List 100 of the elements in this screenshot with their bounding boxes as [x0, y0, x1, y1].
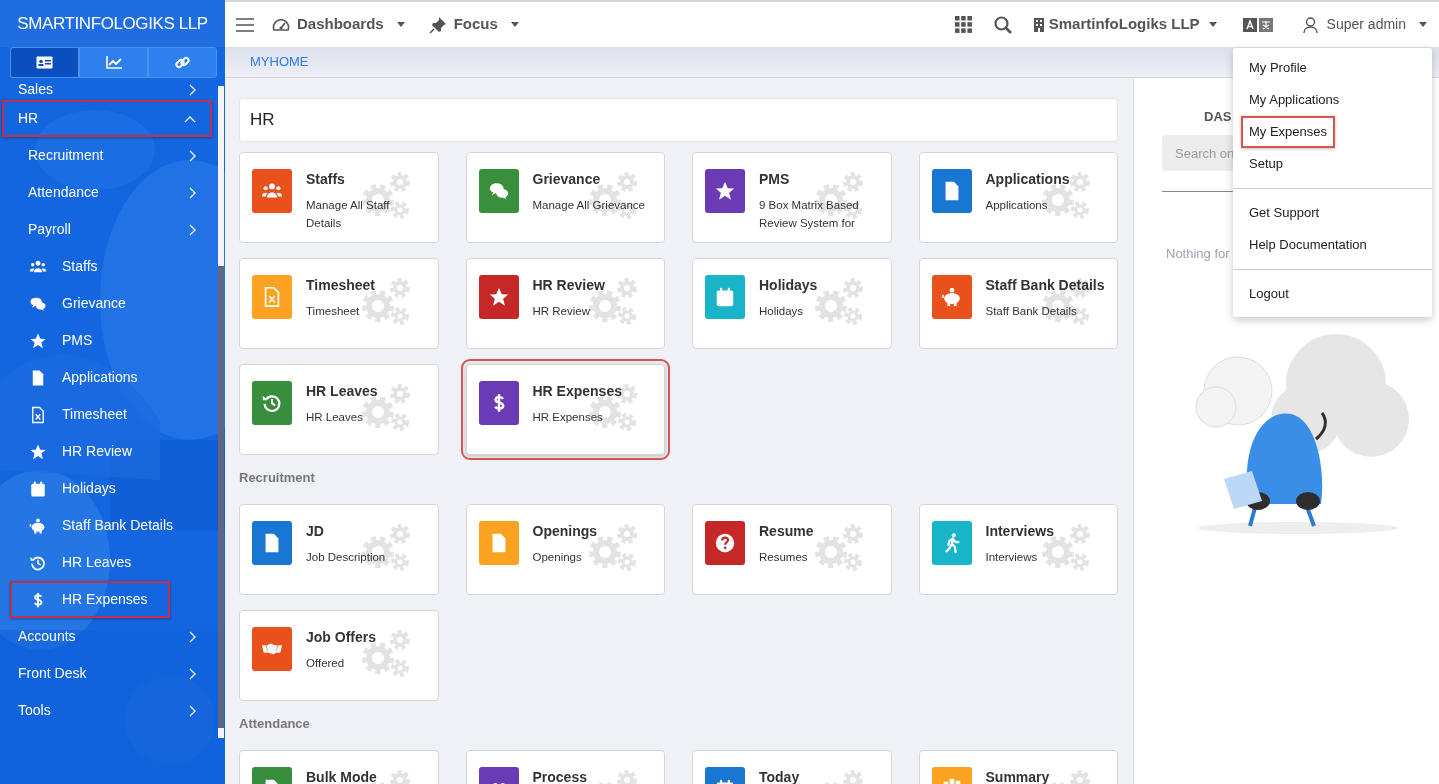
sidebar-item[interactable]: PMS	[10, 322, 115, 359]
app-card[interactable]: Holidays Holidays	[692, 258, 892, 349]
search-field[interactable]: Search on	[1162, 135, 1233, 171]
sidebar-item[interactable]: Staffs	[10, 248, 120, 285]
app-description: Manage All Staff Details	[306, 198, 391, 231]
sidebar-tab[interactable]	[10, 47, 79, 78]
chevron-right-icon	[189, 83, 196, 96]
menu-item[interactable]: HR	[2, 100, 212, 137]
app-card[interactable]: Timesheet Timesheet	[239, 258, 439, 349]
menu-item[interactable]: Sales	[2, 78, 212, 100]
chevron-right-icon	[189, 187, 196, 200]
scrollbar[interactable]	[218, 86, 224, 738]
user-dropdown[interactable]: Super admin	[1302, 14, 1427, 35]
menu-item[interactable]: Attendance	[2, 174, 212, 211]
app-description: Applications	[985, 198, 1049, 213]
menu-item[interactable]: Tools	[2, 692, 212, 729]
menu-item[interactable]: Setup	[1241, 148, 1291, 180]
app-description: HR Leaves	[306, 410, 364, 425]
gauge-icon	[272, 16, 290, 33]
app-card[interactable]: Process	[465, 750, 665, 784]
menu-button[interactable]	[236, 17, 254, 32]
menu-dropdown[interactable]: Focus	[428, 13, 519, 36]
app-description: HR Review	[532, 304, 591, 319]
section-heading: Recruitment	[239, 469, 316, 487]
menu-dropdown[interactable]: Dashboards	[272, 13, 405, 36]
app-title: Staff Bank Details	[985, 277, 1105, 293]
app-title: JD	[306, 523, 325, 539]
sidebar-item[interactable]: Staff Bank Details	[10, 507, 196, 544]
menu-item[interactable]: Help Documentation	[1241, 229, 1375, 261]
app-card[interactable]: Resume Resumes	[692, 504, 892, 595]
sidebar-item[interactable]: Grievance	[10, 285, 148, 322]
sidebar-item[interactable]: Holidays	[10, 470, 138, 507]
app-description: HR Expenses	[532, 410, 604, 425]
menu-item[interactable]: Accounts	[2, 618, 212, 655]
app-card[interactable]: Summary	[918, 750, 1118, 784]
app-card[interactable]: Openings Openings	[465, 504, 665, 595]
app-card[interactable]: Applications Applications	[918, 152, 1118, 243]
app-card[interactable]: Job Offers Offered	[239, 610, 439, 701]
sidebar-item[interactable]: Applications	[10, 359, 160, 396]
app-title: Grievance	[532, 171, 602, 187]
app-card[interactable]: PMS 9 Box Matrix Based Review System for	[692, 152, 892, 243]
brand-name: SMARTINFOLOGIKS LLP	[17, 12, 208, 35]
star-icon	[714, 180, 736, 202]
app-card[interactable]: Staff Bank Details Staff Bank Details	[918, 258, 1118, 349]
empty-message: Nothing for	[1166, 245, 1230, 263]
app-title: Job Offers	[306, 629, 376, 645]
caret-icon	[1208, 22, 1217, 27]
app-title: HR Leaves	[306, 383, 378, 399]
breadcrumb-link[interactable]: MYHOME	[250, 52, 309, 72]
sidebar-item[interactable]: HR Leaves	[10, 544, 154, 581]
sidebar-tab[interactable]	[79, 47, 148, 78]
app-card[interactable]: Interviews Interviews	[918, 504, 1118, 595]
chevron-right-icon	[189, 668, 196, 681]
panel-heading: DAS	[1204, 109, 1232, 125]
app-card[interactable]: Bulk Mode	[239, 750, 439, 784]
translate-button[interactable]	[1242, 16, 1273, 33]
sidebar-tab[interactable]	[148, 47, 217, 78]
chevron-up-icon	[184, 115, 196, 124]
sidebar-item[interactable]: Timesheet	[10, 396, 149, 433]
sidebar-item[interactable]: HR Expenses	[10, 581, 170, 618]
menu-item[interactable]: Recruitment	[2, 137, 212, 174]
menu-item[interactable]: My Applications	[1241, 84, 1348, 116]
app-card[interactable]: JD Job Description	[239, 504, 439, 595]
menu-item[interactable]: My Expenses	[1241, 116, 1336, 148]
menu-item[interactable]: Front Desk	[2, 655, 212, 692]
app-card[interactable]: HR Review HR Review	[465, 258, 665, 349]
caret-icon	[396, 22, 405, 27]
app-title: HR Review	[532, 277, 605, 293]
menu-item[interactable]: Logout	[1241, 278, 1297, 310]
app-title: Resume	[759, 523, 814, 539]
search-button[interactable]	[993, 15, 1012, 34]
sidebar-item[interactable]: HR Review	[10, 433, 154, 470]
app-description: Holidays	[759, 304, 805, 319]
apps-grid-button[interactable]	[954, 16, 972, 33]
app-description: Timesheet	[306, 304, 361, 319]
piggy-bank-icon	[940, 286, 963, 308]
app-description: 9 Box Matrix Based Review System for	[759, 198, 860, 231]
app-title: Holidays	[759, 277, 818, 293]
link-icon	[175, 55, 190, 70]
app-title: HR Expenses	[532, 383, 622, 399]
menu-item[interactable]: Payroll	[2, 211, 212, 248]
menu-item[interactable]: Get Support	[1241, 197, 1328, 229]
search-field[interactable]: HR	[239, 98, 1118, 142]
caret-icon	[510, 22, 519, 27]
caret-icon	[1419, 22, 1427, 27]
piggy-bank-icon	[29, 516, 47, 535]
history-icon	[261, 392, 283, 414]
app-title: Bulk Mode	[306, 769, 377, 784]
app-card[interactable]: Grievance Manage All Grievance	[465, 152, 665, 243]
chat-icon	[487, 180, 510, 202]
company-dropdown[interactable]: SmartinfoLogiks LLP	[1033, 13, 1217, 36]
app-card[interactable]: Today	[692, 750, 892, 784]
menu-item[interactable]: My Profile	[1241, 52, 1315, 84]
pin-icon	[428, 15, 447, 34]
app-card[interactable]: Staffs Manage All Staff Details	[239, 152, 439, 243]
spreadsheet-icon	[29, 405, 47, 424]
app-title: Applications	[985, 171, 1070, 187]
app-description: Offered	[306, 656, 346, 671]
question-icon	[714, 532, 736, 554]
app-card[interactable]: HR Leaves HR Leaves	[239, 364, 439, 455]
